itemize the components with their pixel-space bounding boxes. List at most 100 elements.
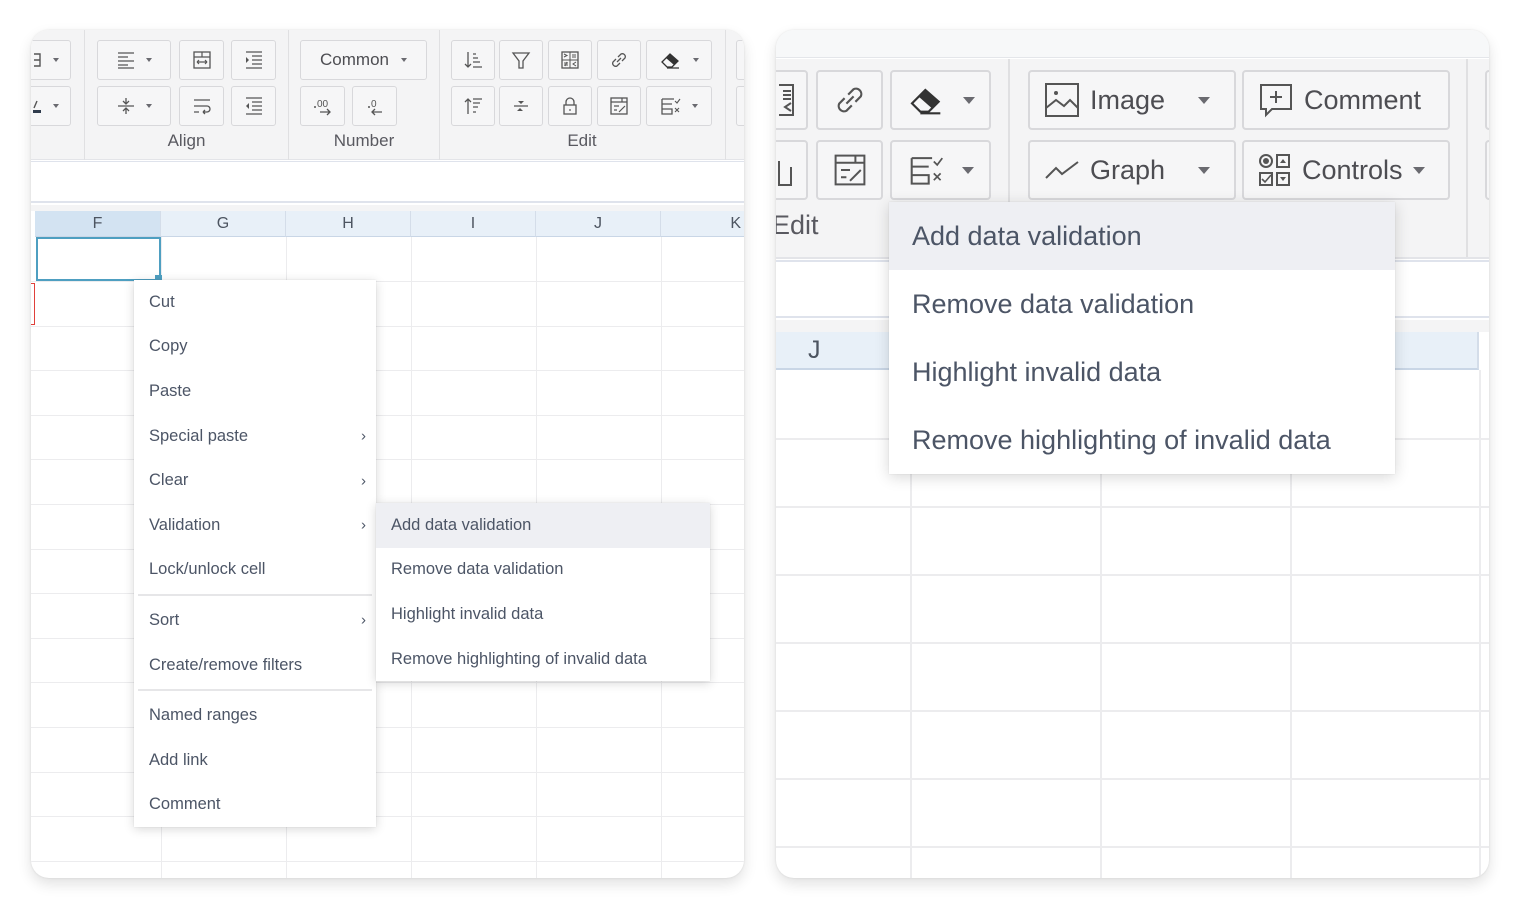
menu-item-validation[interactable]: Validation › [134, 503, 376, 548]
comment-button[interactable]: Comment [1242, 70, 1450, 130]
menu-item-paste[interactable]: Paste [134, 369, 376, 414]
zoomed-validation-dropdown-view: Edit Image Comment Graph Controls J Add … [776, 30, 1489, 878]
menu-item-comment[interactable]: Comment [134, 783, 376, 828]
horizontal-align-dropdown-button[interactable] [97, 40, 171, 80]
lock-icon [778, 161, 792, 186]
next-group-button-clipped[interactable] [736, 40, 744, 80]
wrap-text-icon [193, 99, 211, 115]
clear-dropdown-button[interactable] [890, 70, 991, 130]
dropdown-item-remove-highlighting[interactable]: Remove highlighting of invalid data [889, 406, 1395, 474]
increase-decimal-button[interactable]: 00 [300, 86, 345, 126]
group-divider [725, 30, 726, 160]
menu-item-clear[interactable]: Clear › [134, 458, 376, 503]
decrease-indent-button[interactable] [231, 86, 276, 126]
selected-cell[interactable] [36, 237, 161, 281]
sort-descending-icon [464, 52, 482, 68]
dropdown-item-highlight-invalid-data[interactable]: Highlight invalid data [889, 338, 1395, 406]
compare-operators-icon [779, 84, 794, 116]
decrease-decimal-button[interactable]: 0 [352, 86, 397, 126]
text-color-icon [33, 100, 41, 113]
menu-item-sort[interactable]: Sort › [134, 598, 376, 643]
edit-form-button[interactable] [597, 86, 641, 126]
column-header-k[interactable]: K [661, 211, 744, 237]
column-header-f[interactable]: F [35, 211, 161, 237]
formula-bar[interactable] [31, 161, 744, 203]
image-button-label: Image [1090, 84, 1166, 115]
cell-marker [31, 283, 35, 325]
dropdown-item-remove-data-validation[interactable]: Remove data validation [889, 270, 1395, 338]
clear-dropdown-button[interactable] [646, 40, 712, 80]
menu-item-label: Add link [149, 750, 208, 769]
grid-line [776, 574, 1489, 576]
submenu-item-remove-data-validation[interactable]: Remove data validation [376, 548, 710, 593]
menu-item-lock-unlock[interactable]: Lock/unlock cell [134, 548, 376, 593]
form-controls-icon [1259, 154, 1290, 186]
menu-item-label: Validation [149, 515, 221, 534]
spreadsheet-context-menu-view: Align Common 00 0 Number Edit F G H I J … [31, 30, 744, 878]
freeze-button[interactable] [499, 86, 543, 126]
insert-link-button[interactable] [816, 70, 883, 130]
controls-dropdown-button[interactable]: Controls [1242, 140, 1450, 200]
number-format-select[interactable]: Common [300, 40, 427, 80]
next-group-button-clipped[interactable] [1485, 70, 1489, 130]
filter-button[interactable] [499, 40, 543, 80]
menu-item-cut[interactable]: Cut [134, 280, 376, 325]
validation-dropdown-button[interactable] [890, 140, 991, 200]
align-left-icon [118, 52, 134, 69]
form-edit-icon [834, 154, 865, 186]
borders-dropdown-button[interactable] [31, 40, 71, 80]
chevron-down-icon [1198, 96, 1210, 104]
insert-link-button[interactable] [597, 40, 641, 80]
group-label-align: Align [167, 131, 206, 150]
menu-item-add-link[interactable]: Add link [134, 738, 376, 783]
decrease-decimal-icon: 0 [367, 99, 382, 116]
text-color-dropdown-button[interactable] [31, 86, 71, 126]
next-group-button-clipped[interactable] [736, 86, 744, 126]
increase-indent-button[interactable] [231, 40, 276, 80]
menu-item-label: Paste [149, 381, 192, 400]
filter-icon [511, 52, 531, 69]
conditional-format-button[interactable] [548, 40, 592, 80]
lock-cell-button[interactable] [548, 86, 592, 126]
group-divider [1466, 59, 1468, 257]
chevron-right-icon: › [361, 427, 366, 445]
grid-line [776, 710, 1489, 712]
menu-item-special-paste[interactable]: Special paste › [134, 414, 376, 459]
image-dropdown-button[interactable]: Image [1028, 70, 1236, 130]
eraser-icon [661, 53, 679, 69]
menu-item-filters[interactable]: Create/remove filters [134, 643, 376, 688]
toolbar-ribbon: Align Common 00 0 Number Edit [31, 30, 744, 160]
vertical-align-dropdown-button[interactable] [97, 86, 171, 126]
column-header-i[interactable]: I [411, 211, 536, 237]
column-header-h[interactable]: H [286, 211, 411, 237]
conditional-format-button-clipped[interactable] [776, 70, 808, 130]
edit-form-button[interactable] [816, 140, 883, 200]
sort-descending-button[interactable] [451, 40, 495, 80]
chevron-down-icon [1198, 166, 1210, 174]
menu-item-named-ranges[interactable]: Named ranges [134, 693, 376, 738]
submenu-item-add-data-validation[interactable]: Add data validation [376, 503, 710, 548]
column-header-j[interactable]: J [536, 211, 661, 237]
menu-item-copy[interactable]: Copy [134, 325, 376, 370]
chevron-down-icon [53, 58, 59, 62]
sort-ascending-button[interactable] [451, 86, 495, 126]
menu-item-label: Clear [149, 471, 189, 490]
graph-dropdown-button[interactable]: Graph [1028, 140, 1236, 200]
validation-dropdown-button[interactable] [646, 86, 712, 126]
menu-item-label: Special paste [149, 426, 249, 445]
menu-item-label: Create/remove filters [149, 655, 303, 674]
next-group-button-clipped[interactable] [1485, 140, 1489, 200]
borders-icon [34, 53, 41, 67]
submenu-item-remove-highlighting[interactable]: Remove highlighting of invalid data [376, 637, 710, 682]
dropdown-item-add-data-validation[interactable]: Add data validation [889, 202, 1395, 270]
submenu-item-highlight-invalid-data[interactable]: Highlight invalid data [376, 592, 710, 637]
merge-cells-button[interactable] [179, 40, 224, 80]
wrap-text-button[interactable] [179, 86, 224, 126]
chevron-down-icon [53, 104, 59, 108]
chevron-right-icon: › [361, 611, 366, 629]
menu-item-label: Sort [149, 610, 180, 629]
lock-cell-button-clipped[interactable] [776, 140, 808, 200]
menu-item-label: Copy [149, 337, 188, 356]
column-header-g[interactable]: G [161, 211, 286, 237]
graph-button-label: Graph [1090, 154, 1166, 185]
